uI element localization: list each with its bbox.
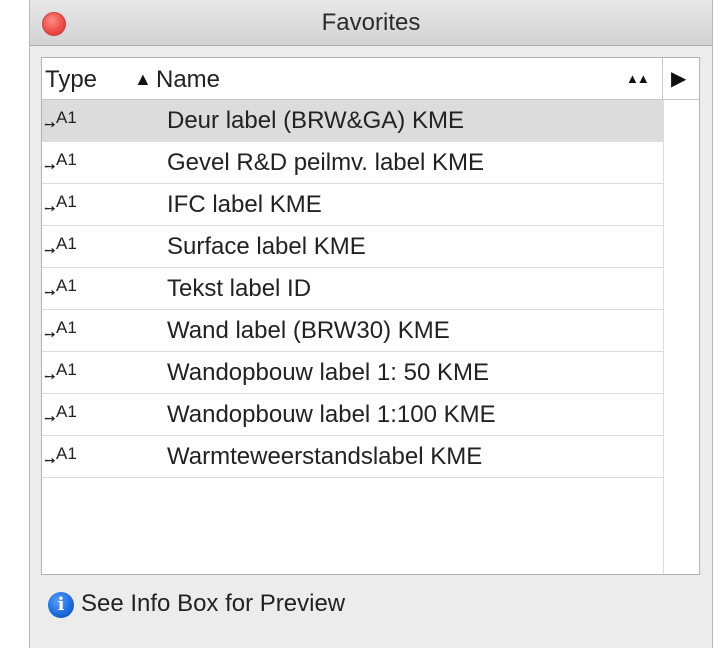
list-header: Type ▲ Name ▲▲ ▶	[42, 58, 699, 100]
info-footer: i See Info Box for Preview	[41, 584, 700, 624]
favorite-name: IFC label KME	[167, 191, 322, 218]
label-tool-icon: ➘ A1	[41, 402, 77, 428]
column-divider	[663, 100, 664, 574]
favorite-name: Wandopbouw label 1:100 KME	[167, 401, 496, 428]
favorites-palette: Favorites Type ▲ Name ▲▲ ▶ ➘ A1 Deur labe…	[29, 0, 713, 648]
favorite-name: Wandopbouw label 1: 50 KME	[167, 359, 489, 386]
label-tool-icon: ➘ A1	[41, 360, 77, 386]
favorites-list: Type ▲ Name ▲▲ ▶ ➘ A1 Deur label (BRW&GA)…	[41, 57, 700, 575]
favorite-name: Warmteweerstandslabel KME	[167, 443, 483, 470]
label-tool-icon: ➘ A1	[41, 108, 77, 134]
label-tool-icon: ➘ A1	[41, 234, 77, 260]
label-tool-icon: ➘ A1	[41, 150, 77, 176]
list-item[interactable]: ➘ A1 Tekst label ID	[42, 268, 664, 310]
favorite-name: Wand label (BRW30) KME	[167, 317, 450, 344]
list-item[interactable]: ➘ A1 IFC label KME	[42, 184, 664, 226]
expand-arrow-icon[interactable]: ▶	[671, 58, 686, 100]
column-header-type[interactable]: Type	[45, 58, 97, 100]
info-icon[interactable]: i	[48, 592, 74, 618]
list-item[interactable]: ➘ A1 Deur label (BRW&GA) KME	[42, 100, 664, 142]
list-item[interactable]: ➘ A1 Surface label KME	[42, 226, 664, 268]
label-tool-icon: ➘ A1	[41, 444, 77, 470]
title-bar[interactable]: Favorites	[30, 0, 712, 46]
label-tool-icon: ➘ A1	[41, 192, 77, 218]
list-item[interactable]: ➘ A1 Wand label (BRW30) KME	[42, 310, 664, 352]
column-header-name[interactable]: Name	[156, 58, 220, 100]
label-tool-icon: ➘ A1	[41, 318, 77, 344]
window-title: Favorites	[321, 9, 421, 36]
favorite-name: Gevel R&D peilmv. label KME	[167, 149, 484, 176]
label-tool-icon: ➘ A1	[41, 276, 77, 302]
list-item[interactable]: ➘ A1 Wandopbouw label 1:100 KME	[42, 394, 664, 436]
favorite-name: Deur label (BRW&GA) KME	[167, 107, 464, 134]
favorite-name: Surface label KME	[167, 233, 366, 260]
header-divider	[662, 58, 663, 100]
sort-toggle-icon[interactable]: ▲▲	[626, 58, 650, 100]
close-button[interactable]	[42, 12, 66, 36]
rows-container: ➘ A1 Deur label (BRW&GA) KME ➘ A1 Gevel R&…	[42, 100, 664, 478]
list-item[interactable]: ➘ A1 Wandopbouw label 1: 50 KME	[42, 352, 664, 394]
sort-ascending-icon[interactable]: ▲	[134, 58, 152, 100]
favorite-name: Tekst label ID	[167, 275, 312, 302]
list-item[interactable]: ➘ A1 Warmteweerstandslabel KME	[42, 436, 664, 478]
info-box-hint: See Info Box for Preview	[81, 590, 346, 617]
list-item[interactable]: ➘ A1 Gevel R&D peilmv. label KME	[42, 142, 664, 184]
